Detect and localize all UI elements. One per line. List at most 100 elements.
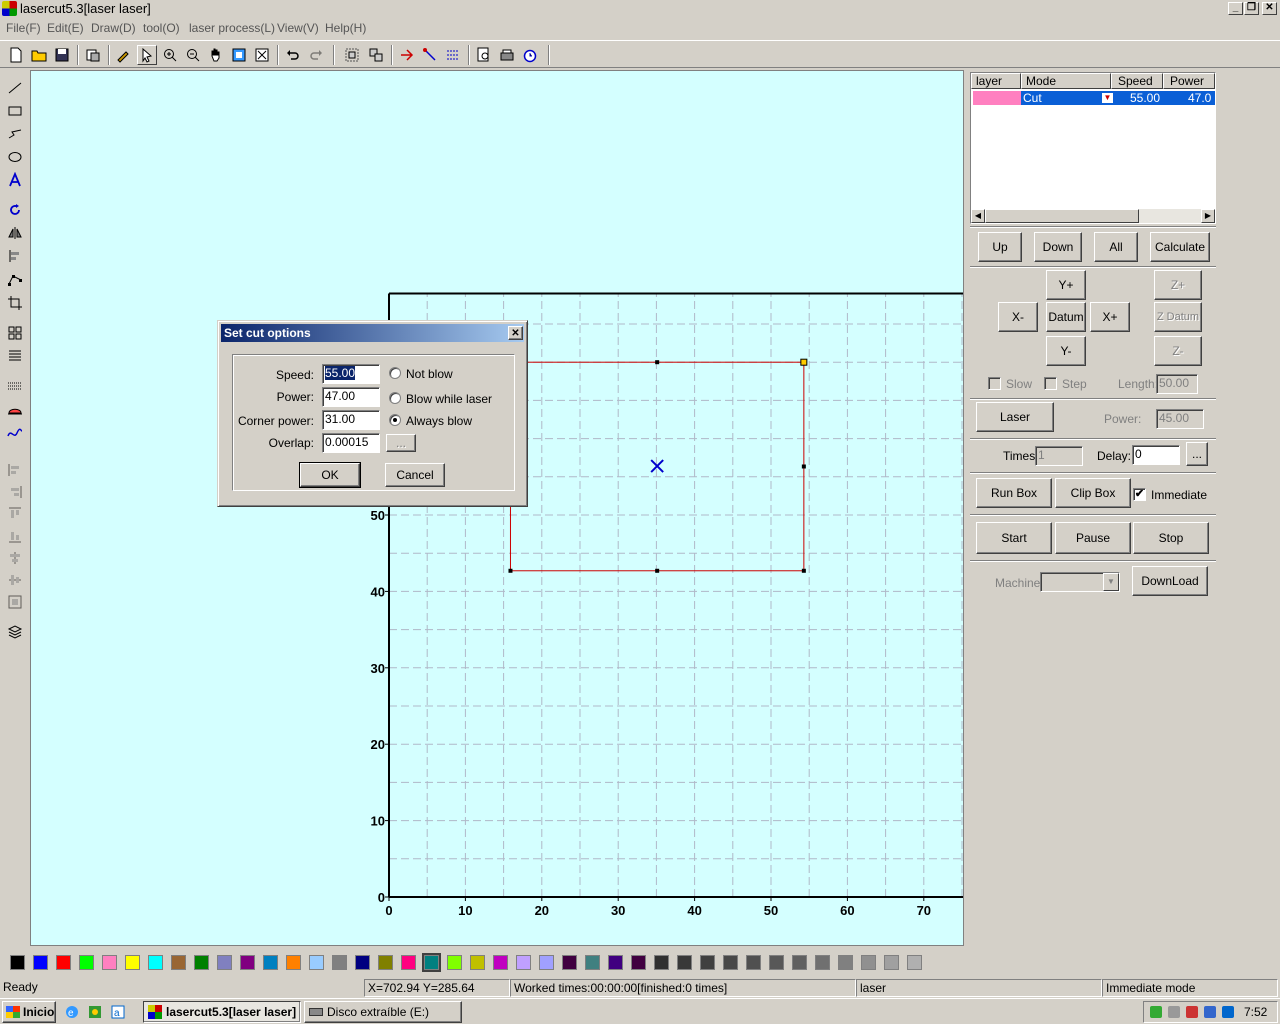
palette-swatch[interactable] <box>309 955 324 970</box>
restore-icon[interactable]: ❐ <box>1244 2 1259 15</box>
layer-down-button[interactable]: Down <box>1034 232 1082 262</box>
brush-icon[interactable] <box>113 45 133 65</box>
set-origin-icon[interactable] <box>397 45 417 65</box>
palette-swatch[interactable] <box>56 955 71 970</box>
crop-tool-icon[interactable] <box>4 293 26 313</box>
palette-swatch[interactable] <box>861 955 876 970</box>
align-tool-icon[interactable] <box>4 246 26 266</box>
path-direction-icon[interactable] <box>420 45 440 65</box>
palette-swatch[interactable] <box>422 953 441 972</box>
align-left-icon[interactable] <box>4 460 26 480</box>
machine-dropdown-icon[interactable]: ▼ <box>1103 573 1119 591</box>
palette-swatch[interactable] <box>33 955 48 970</box>
menu-laser-process[interactable]: laser process(L) <box>189 21 275 35</box>
menu-tool[interactable]: tool(O) <box>143 21 180 35</box>
scroll-thumb[interactable] <box>985 209 1139 223</box>
palette-swatch[interactable] <box>171 955 186 970</box>
clip-box-button[interactable]: Clip Box <box>1055 478 1131 508</box>
blow-while-laser-label[interactable]: Blow while laser <box>406 392 492 406</box>
palette-swatch[interactable] <box>700 955 715 970</box>
z-plus-button[interactable]: Z+ <box>1154 270 1202 300</box>
scroll-left-icon[interactable]: ◀ <box>971 209 985 223</box>
start-button[interactable]: Start <box>976 522 1052 554</box>
corner-power-input[interactable]: 31.00 <box>322 410 380 430</box>
cancel-button[interactable]: Cancel <box>385 463 445 487</box>
curve-tool-icon[interactable] <box>4 423 26 443</box>
rotate-tool-icon[interactable] <box>4 200 26 220</box>
ellipse-tool-icon[interactable] <box>4 147 26 167</box>
layer-table[interactable]: layer Mode Speed Power Cut ▼ 55.00 47.0 … <box>970 72 1216 224</box>
always-blow-radio[interactable] <box>389 414 401 426</box>
run-box-button[interactable]: Run Box <box>976 478 1052 508</box>
tray-network-icon[interactable] <box>1150 1006 1162 1018</box>
speed-input[interactable]: 55.00 <box>322 364 380 384</box>
blow-while-laser-radio[interactable] <box>389 392 401 404</box>
polyline-tool-icon[interactable] <box>4 124 26 144</box>
ok-button[interactable]: OK <box>299 462 361 488</box>
menu-edit[interactable]: Edit(E) <box>47 21 84 35</box>
drawing-canvas[interactable]: 0 10 20 30 40 50 60 70 0 10 20 30 40 50 <box>30 70 964 946</box>
palette-swatch[interactable] <box>401 955 416 970</box>
array-icon[interactable] <box>443 45 463 65</box>
palette-swatch[interactable] <box>723 955 738 970</box>
tray-shield-icon[interactable] <box>1204 1006 1216 1018</box>
layer-mode[interactable]: Cut <box>1023 91 1042 105</box>
palette-swatch[interactable] <box>240 955 255 970</box>
close-icon[interactable]: ✕ <box>1262 2 1277 15</box>
palette-swatch[interactable] <box>539 955 554 970</box>
ungroup-icon[interactable] <box>366 45 386 65</box>
calculate-button[interactable]: Calculate <box>1150 232 1210 262</box>
power-input[interactable]: 47.00 <box>322 387 380 407</box>
quicklaunch-a-icon[interactable]: a <box>108 1002 128 1022</box>
tray-display-icon[interactable] <box>1168 1006 1180 1018</box>
palette-swatch[interactable] <box>746 955 761 970</box>
layers-icon[interactable] <box>4 622 26 642</box>
task-lasercut[interactable]: lasercut5.3[laser laser] <box>143 1001 301 1023</box>
grid-array-icon[interactable] <box>4 323 26 343</box>
palette-swatch[interactable] <box>217 955 232 970</box>
machine-select[interactable]: ▼ <box>1040 572 1120 592</box>
not-blow-radio[interactable] <box>389 367 401 379</box>
slow-checkbox[interactable] <box>988 377 1001 390</box>
palette-swatch[interactable] <box>562 955 577 970</box>
always-blow-label[interactable]: Always blow <box>406 414 472 428</box>
delay-input[interactable]: 0 <box>1132 445 1180 465</box>
zoom-out-icon[interactable] <box>183 45 203 65</box>
line-tool-icon[interactable] <box>4 78 26 98</box>
length-input[interactable]: 50.00 <box>1156 374 1198 394</box>
palette-swatch[interactable] <box>194 955 209 970</box>
palette-swatch[interactable] <box>792 955 807 970</box>
laser-power-input[interactable]: 45.00 <box>1156 409 1204 429</box>
laser-button[interactable]: Laser <box>976 402 1054 432</box>
menu-draw[interactable]: Draw(D) <box>91 21 136 35</box>
y-minus-button[interactable]: Y- <box>1046 336 1086 366</box>
laser-head-icon[interactable] <box>4 400 26 420</box>
pan-hand-icon[interactable] <box>206 45 226 65</box>
palette-swatch[interactable] <box>470 955 485 970</box>
palette-swatch[interactable] <box>378 955 393 970</box>
y-plus-button[interactable]: Y+ <box>1046 270 1086 300</box>
quicklaunch-ie-icon[interactable]: e <box>62 1002 82 1022</box>
machine-icon[interactable] <box>497 45 517 65</box>
palette-swatch[interactable] <box>286 955 301 970</box>
palette-swatch[interactable] <box>677 955 692 970</box>
engrave-scan-icon[interactable] <box>4 376 26 396</box>
palette-swatch[interactable] <box>493 955 508 970</box>
menu-view[interactable]: View(V) <box>277 21 319 35</box>
menu-file[interactable]: File(F) <box>6 21 41 35</box>
palette-swatch[interactable] <box>148 955 163 970</box>
palette-swatch[interactable] <box>815 955 830 970</box>
select-pointer-icon[interactable] <box>137 45 157 65</box>
start-menu-button[interactable]: Inicio <box>2 1001 56 1023</box>
redo-icon[interactable] <box>306 45 326 65</box>
x-minus-button[interactable]: X- <box>998 302 1038 332</box>
all-button[interactable]: All <box>1094 232 1138 262</box>
fill-lines-icon[interactable] <box>4 346 26 366</box>
palette-swatch[interactable] <box>10 955 25 970</box>
node-edit-icon[interactable] <box>4 270 26 290</box>
menu-help[interactable]: Help(H) <box>325 21 366 35</box>
quicklaunch-app-icon[interactable] <box>85 1002 105 1022</box>
col-layer[interactable]: layer <box>971 73 1021 89</box>
save-icon[interactable] <box>52 45 72 65</box>
z-minus-button[interactable]: Z- <box>1154 336 1202 366</box>
